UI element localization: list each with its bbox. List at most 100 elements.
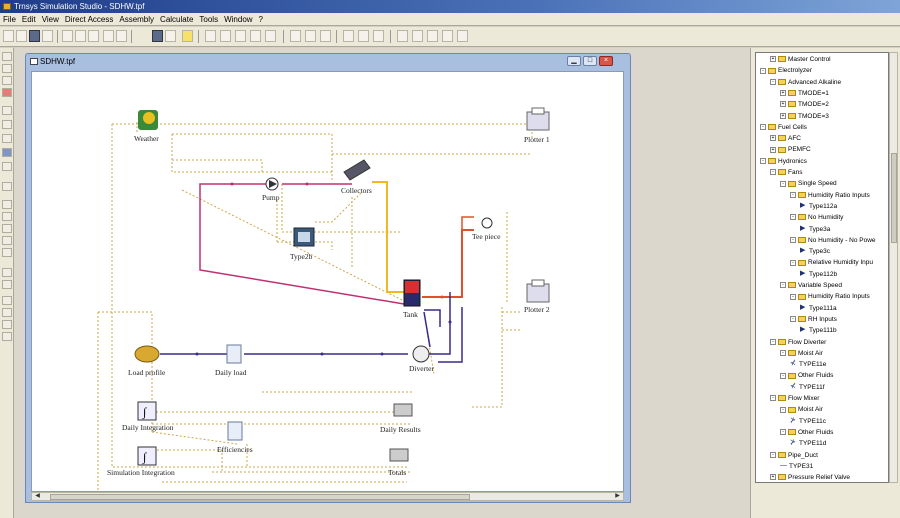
cut-icon[interactable] (62, 30, 73, 42)
pointer-icon[interactable] (2, 52, 12, 61)
scroll-thumb[interactable] (50, 494, 470, 500)
text-icon[interactable] (2, 182, 12, 191)
collapse-icon[interactable]: - (790, 237, 796, 244)
paste-icon[interactable] (88, 30, 99, 42)
tree-folder[interactable]: - Flow Mixer (770, 394, 819, 404)
component-totals[interactable]: Totals (388, 448, 409, 477)
component-daily-load[interactable]: Daily load (215, 344, 247, 377)
collapse-icon[interactable]: - (770, 395, 776, 402)
assembly-canvas[interactable]: Weather Plotter 1 Collectors Pump Type2b (31, 71, 624, 492)
collapse-icon[interactable]: - (790, 191, 796, 198)
wave-icon[interactable] (2, 248, 12, 257)
collapse-icon[interactable]: - (790, 293, 796, 300)
component-diverter[interactable]: Diverter (409, 345, 434, 373)
component-plotter1[interactable]: Plotter 1 (524, 107, 550, 144)
collapse-icon[interactable]: - (760, 124, 766, 131)
collapse-icon[interactable]: - (770, 78, 776, 85)
tree-folder[interactable]: - Hydronics (760, 157, 807, 167)
align-left-icon[interactable] (205, 30, 216, 42)
collapse-icon[interactable]: - (770, 169, 776, 176)
tree-component[interactable]: ▶ Type111a (800, 304, 837, 314)
tree-folder[interactable]: - Other Fluids (780, 428, 833, 438)
align-bottom-icon[interactable] (265, 30, 276, 42)
collapse-icon[interactable]: - (780, 282, 786, 289)
tree-component[interactable]: — TYPE31 (780, 462, 813, 472)
variable-icon[interactable] (2, 236, 12, 245)
pan-icon[interactable] (2, 64, 12, 73)
scroll-right-icon[interactable]: ▶ (613, 493, 622, 500)
tree-folder[interactable]: - Relative Humidity Inpu (790, 258, 873, 268)
expand-icon[interactable]: + (770, 135, 776, 142)
collapse-icon[interactable]: - (780, 372, 786, 379)
tree-folder[interactable]: - Moist Air (780, 349, 823, 359)
link-icon[interactable] (2, 134, 12, 143)
scroll-thumb[interactable] (891, 153, 897, 243)
tree-component[interactable]: ⊁ TYPE11d (790, 439, 826, 449)
save-all-icon[interactable] (42, 30, 53, 42)
component-plotter2[interactable]: Plotter 2 (524, 279, 550, 314)
menu-file[interactable]: File (0, 13, 19, 26)
component-type2b[interactable]: Type2b (290, 227, 315, 261)
component-efficiencies[interactable]: Efficiencies (217, 421, 253, 454)
tree-component[interactable]: ⊁ TYPE11c (790, 417, 826, 427)
distribute-v-icon[interactable] (305, 30, 316, 42)
list-icon[interactable] (2, 280, 12, 289)
tree-folder[interactable]: - Electrolyzer (760, 66, 812, 76)
delete-icon[interactable] (2, 88, 12, 97)
tree-component[interactable]: ▶ Type112a (800, 202, 837, 212)
tree-folder[interactable]: - Other Fluids (780, 371, 833, 381)
component-collectors[interactable]: Collectors (341, 159, 372, 195)
align-right-icon[interactable] (235, 30, 246, 42)
tree-folder[interactable]: - Variable Speed (780, 281, 842, 291)
collapse-icon[interactable]: - (790, 316, 796, 323)
export-icon[interactable] (2, 332, 12, 341)
tree-folder[interactable]: + AFC (770, 134, 801, 144)
tree-component[interactable]: ⊀ TYPE11e (790, 360, 826, 370)
close-x-icon[interactable] (2, 106, 12, 115)
close-button[interactable]: × (599, 56, 613, 66)
tree-folder[interactable]: - No Humidity - No Powe (790, 236, 876, 246)
component-weather[interactable]: Weather (134, 110, 159, 143)
expand-icon[interactable]: + (770, 146, 776, 153)
distribute-h-icon[interactable] (290, 30, 301, 42)
menu-edit[interactable]: Edit (19, 13, 39, 26)
tree-folder[interactable]: - RH Inputs (790, 315, 837, 325)
menu-view[interactable]: View (39, 13, 62, 26)
tree-component[interactable]: ▶ Type3c (800, 247, 830, 257)
flip-v-icon[interactable] (427, 30, 438, 42)
menu-assembly[interactable]: Assembly (116, 13, 157, 26)
horizontal-scrollbar[interactable]: ◀ ▶ (31, 492, 624, 501)
tree-component[interactable]: ▶ Type112b (800, 270, 837, 280)
rotate-icon[interactable] (397, 30, 408, 42)
collapse-icon[interactable]: - (780, 180, 786, 187)
collapse-icon[interactable]: - (780, 350, 786, 357)
tree-folder[interactable]: + PEMFC (770, 145, 811, 155)
copy-icon[interactable] (75, 30, 86, 42)
tree-folder[interactable]: + Master Control (770, 55, 831, 65)
tree-folder[interactable]: - Advanced Alkaline (770, 78, 841, 88)
align-center-icon[interactable] (220, 30, 231, 42)
control-link-icon[interactable] (2, 162, 12, 171)
zoom-fit-icon[interactable] (442, 30, 453, 42)
connection-icon[interactable] (2, 148, 12, 157)
collapse-icon[interactable]: - (770, 451, 776, 458)
tree-folder[interactable]: - Fuel Cells (760, 123, 807, 133)
info-icon[interactable] (2, 120, 12, 129)
run-icon[interactable] (2, 308, 12, 317)
component-daily-results[interactable]: Daily Results (380, 403, 421, 434)
save-icon[interactable] (29, 30, 40, 42)
bring-front-icon[interactable] (343, 30, 354, 42)
menu-calculate[interactable]: Calculate (157, 13, 196, 26)
component-tank[interactable]: Tank (403, 279, 421, 319)
collapse-icon[interactable]: - (780, 429, 786, 436)
tree-folder[interactable]: - Pipe_Duct (770, 451, 818, 461)
tree-component[interactable]: ▶ Type3a (800, 225, 830, 235)
window-titlebar[interactable]: Trnsys Simulation Studio - SDHW.tpf (0, 0, 900, 13)
tree-folder[interactable]: - Single Speed (780, 179, 837, 189)
align-top-icon[interactable] (250, 30, 261, 42)
component-load-profile[interactable]: Load profile (128, 345, 166, 377)
tree-folder[interactable]: - Flow Diverter (770, 338, 826, 348)
expand-icon[interactable]: + (770, 474, 776, 481)
flip-h-icon[interactable] (412, 30, 423, 42)
document-titlebar[interactable]: SDHW.tpf ▁ □ × (26, 54, 630, 70)
